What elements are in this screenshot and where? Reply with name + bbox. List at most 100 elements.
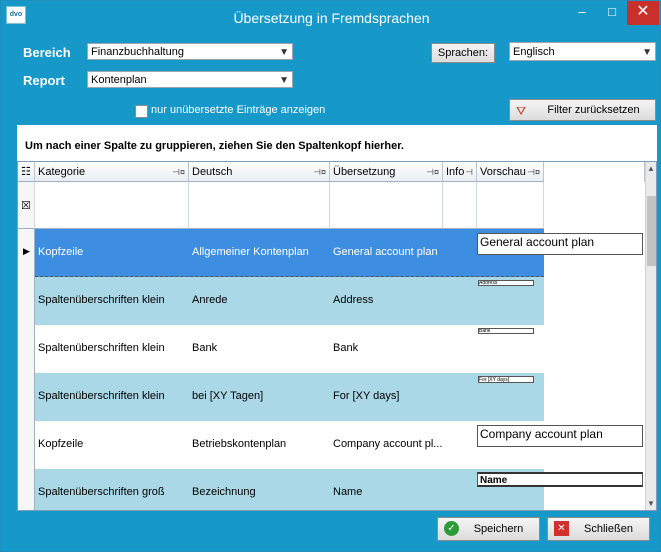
column-header-info[interactable]: Info ⊣ [443, 162, 477, 182]
chevron-down-icon: ▼ [279, 47, 289, 58]
column-chooser-icon: ☷ [21, 166, 31, 178]
title-bar: dvo Übersetzung in Fremdsprachen – □ ✕ [1, 1, 660, 37]
cell-kategorie: Spaltenüberschriften klein [38, 390, 165, 402]
check-icon: ✓ [444, 521, 459, 536]
vertical-scrollbar[interactable]: ▲ ▼ [645, 162, 656, 510]
cell-deutsch: Anrede [192, 294, 228, 306]
column-title: Übersetzung [333, 166, 396, 178]
table-row[interactable]: Kopfzeile Allgemeiner Kontenplan General… [35, 229, 544, 277]
filter-cell-deutsch[interactable] [189, 182, 330, 229]
reset-filter-button[interactable]: ⛛ Filter zurücksetzen [509, 99, 656, 121]
table-row[interactable]: Spaltenüberschriften groß Bezeichnung Na… [35, 469, 544, 510]
cell-kategorie: Spaltenüberschriften klein [38, 294, 165, 306]
cell-uebersetzung: Name [333, 486, 363, 498]
chevron-down-icon: ▼ [279, 75, 289, 86]
close-icon: ✕ [554, 521, 569, 536]
cell-deutsch: Bezeichnung [192, 486, 256, 498]
cell-kategorie: Kopfzeile [38, 438, 84, 450]
pin-icon[interactable]: ⊣¤ [527, 162, 540, 182]
filter-row-selector[interactable]: ☒ [18, 182, 35, 229]
sprachen-value: Englisch [513, 46, 555, 58]
close-window-button[interactable]: ✕ [627, 1, 659, 25]
preview-box: Company account plan [477, 425, 643, 447]
column-header-deutsch[interactable]: Deutsch ⊣¤ [189, 162, 330, 182]
column-chooser-button[interactable]: ☷ [18, 162, 35, 182]
report-value: Kontenplan [91, 74, 147, 86]
pin-icon[interactable]: ⊣ [465, 162, 473, 182]
cell-deutsch: Bank [192, 342, 218, 354]
cell-deutsch: bei [XY Tagen] [192, 390, 264, 402]
preview-box: Bank [478, 328, 534, 334]
close-label: Schließen [584, 523, 633, 535]
cell-kategorie: Spaltenüberschriften groß [38, 486, 165, 498]
column-title: Info [446, 166, 465, 178]
scroll-up-icon[interactable]: ▲ [647, 164, 655, 173]
pin-icon[interactable]: ⊣¤ [313, 162, 326, 182]
row-selector[interactable] [18, 469, 35, 510]
bereich-value: Finanzbuchhaltung [91, 46, 184, 58]
preview-box: Address [478, 280, 534, 286]
save-label: Speichern [473, 523, 524, 535]
current-row-arrow-icon: ▶ [23, 246, 30, 256]
header-empty-area [544, 162, 645, 182]
report-select[interactable]: Kontenplan ▼ [87, 71, 293, 88]
preview-box: General account plan [477, 233, 643, 255]
bereich-select[interactable]: Finanzbuchhaltung ▼ [87, 43, 293, 60]
column-title: Vorschau [480, 166, 526, 178]
column-header-kategorie[interactable]: Kategorie ⊣¤ [35, 162, 189, 182]
filter-icon: ☒ [21, 200, 31, 212]
bottom-toolbar: ✓ Speichern ✕ Schließen [1, 511, 660, 551]
preview-box: For [XY days] [478, 376, 534, 383]
minimize-button[interactable]: – [567, 1, 597, 25]
report-label: Report [23, 73, 65, 88]
row-selector[interactable]: ▶ [18, 229, 35, 277]
scroll-thumb[interactable] [647, 196, 656, 266]
row-selector[interactable] [18, 277, 35, 325]
group-by-hint: Um nach einer Spalte zu gruppieren, zieh… [25, 140, 404, 152]
reset-filter-label: Filter zurücksetzen [547, 104, 640, 116]
chevron-down-icon: ▼ [642, 47, 652, 58]
table-row[interactable]: Spaltenüberschriften klein Bank Bank [35, 325, 544, 373]
table-row[interactable]: Spaltenüberschriften klein bei [XY Tagen… [35, 373, 544, 421]
cell-uebersetzung: General account plan [333, 246, 438, 258]
pin-icon[interactable]: ⊣¤ [172, 162, 185, 182]
row-selector[interactable] [18, 421, 35, 469]
filter-panel: Bereich Finanzbuchhaltung ▼ Report Konte… [17, 37, 657, 125]
cell-deutsch: Allgemeiner Kontenplan [192, 246, 309, 258]
column-header-uebersetzung[interactable]: Übersetzung ⊣¤ [330, 162, 443, 182]
pin-icon[interactable]: ⊣¤ [426, 162, 439, 182]
filter-cell-vorschau[interactable] [477, 182, 544, 229]
group-by-bar[interactable]: Um nach einer Spalte zu gruppieren, zieh… [17, 125, 657, 161]
untranslated-only-label: nur unübersetzte Einträge anzeigen [151, 104, 326, 116]
sprachen-button[interactable]: Sprachen: [431, 43, 495, 63]
filter-cell-kategorie[interactable] [35, 182, 189, 229]
untranslated-only-checkbox[interactable] [135, 105, 148, 118]
cell-kategorie: Spaltenüberschriften klein [38, 342, 165, 354]
scroll-down-icon[interactable]: ▼ [647, 499, 655, 508]
cell-uebersetzung: For [XY days] [333, 390, 400, 402]
cell-uebersetzung: Company account pl... [333, 438, 443, 450]
row-selector[interactable] [18, 373, 35, 421]
table-row[interactable]: Kopfzeile Betriebskontenplan Company acc… [35, 421, 544, 469]
column-title: Deutsch [192, 166, 233, 178]
close-button[interactable]: ✕ Schließen [547, 517, 650, 541]
cell-kategorie: Kopfzeile [38, 246, 84, 258]
column-header-vorschau[interactable]: Vorschau ⊣¤ [477, 162, 544, 182]
column-title: Kategorie [38, 166, 86, 178]
window-title: Übersetzung in Fremdsprachen [233, 10, 430, 26]
translation-window: dvo Übersetzung in Fremdsprachen – □ ✕ B… [0, 0, 661, 552]
preview-box: Name [477, 472, 643, 487]
filter-clear-icon: ⛛ [516, 104, 527, 118]
cell-uebersetzung: Bank [333, 342, 359, 354]
sprachen-select[interactable]: Englisch ▼ [509, 42, 656, 61]
translation-grid: ☷ Kategorie ⊣¤ Deutsch ⊣¤ Übersetzung ⊣¤ In… [17, 161, 657, 511]
table-row[interactable]: Spaltenüberschriften klein Anrede Addres… [35, 277, 544, 325]
cell-deutsch: Betriebskontenplan [192, 438, 287, 450]
maximize-button[interactable]: □ [597, 1, 627, 25]
cell-uebersetzung: Address [333, 294, 374, 306]
bereich-label: Bereich [23, 45, 71, 60]
save-button[interactable]: ✓ Speichern [437, 517, 540, 541]
filter-cell-info[interactable] [443, 182, 477, 229]
row-selector[interactable] [18, 325, 35, 373]
filter-cell-uebersetzung[interactable] [330, 182, 443, 229]
